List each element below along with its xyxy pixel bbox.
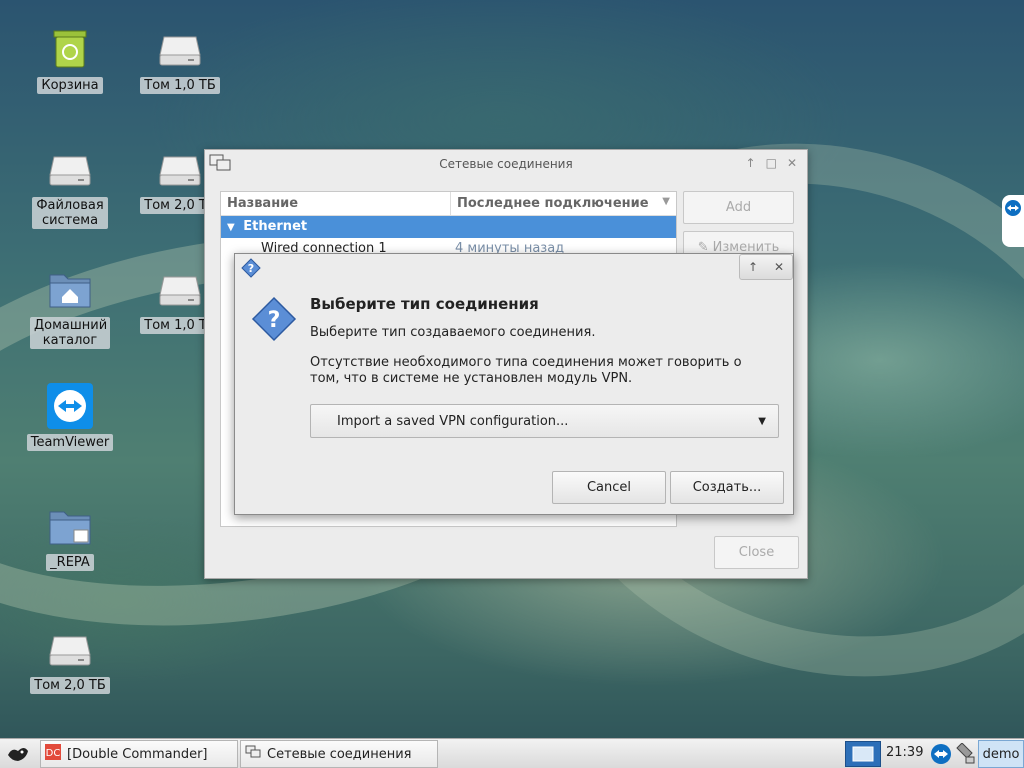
desktop-icon-volume[interactable]: Том 1,0 ТБ xyxy=(135,25,225,94)
desktop-icon-home[interactable]: Домашний каталог xyxy=(25,265,115,349)
taskbar-item-network-connections[interactable]: Сетевые соединения xyxy=(240,740,438,768)
column-header-name[interactable]: Название xyxy=(221,192,451,215)
column-header-last-used[interactable]: Последнее подключение ▼ xyxy=(451,192,676,215)
show-desktop-button[interactable] xyxy=(845,741,881,767)
desktop-icon-repa[interactable]: _REPA xyxy=(25,502,115,571)
list-group-ethernet[interactable]: ▼ Ethernet xyxy=(221,216,676,238)
desktop-icon-label: Том 2,0 ТБ xyxy=(30,677,110,694)
drive-icon xyxy=(156,265,204,313)
window-titlebar[interactable]: Сетевые соединения ↑ □ ✕ xyxy=(205,150,807,178)
desktop-icon-label: TeamViewer xyxy=(26,434,114,451)
list-header: Название Последнее подключение ▼ xyxy=(221,192,676,216)
teamviewer-icon xyxy=(1005,200,1021,216)
window-title: Сетевые соединения xyxy=(439,157,573,171)
selected-connection-type: Import a saved VPN configuration... xyxy=(337,413,569,429)
connection-type-select[interactable]: Import a saved VPN configuration... ▼ xyxy=(310,404,779,438)
question-icon: ? xyxy=(241,258,261,282)
network-tray-icon[interactable] xyxy=(954,742,976,768)
trash-icon xyxy=(46,25,94,73)
dialog-titlebar-buttons: ↑ ✕ xyxy=(739,254,793,280)
user-menu[interactable]: demo xyxy=(978,740,1024,768)
create-button[interactable]: Создать... xyxy=(670,471,784,504)
taskbar-item-label: [Double Commander] xyxy=(67,746,208,762)
close-button[interactable]: Close xyxy=(714,536,799,569)
clock[interactable]: 21:39 xyxy=(886,745,923,760)
group-label: Ethernet xyxy=(243,219,308,234)
desktop-icon-label: _REPA xyxy=(46,554,94,571)
teamviewer-tray-icon[interactable] xyxy=(930,743,952,768)
close-icon[interactable]: ✕ xyxy=(787,156,797,170)
keep-above-icon[interactable]: ↑ xyxy=(748,260,758,274)
desktop-icon-filesystem[interactable]: Файловая система xyxy=(25,145,115,229)
home-folder-icon xyxy=(46,265,94,313)
desktop-icon-label: Домашний каталог xyxy=(30,317,110,349)
close-icon[interactable]: ✕ xyxy=(774,260,784,274)
desktop-icon-label: Том 1,0 ТБ xyxy=(140,77,220,94)
taskbar-item-double-commander[interactable]: DC [Double Commander] xyxy=(40,740,238,768)
taskbar-item-label: Сетевые соединения xyxy=(267,746,412,762)
svg-text:DC: DC xyxy=(46,748,61,759)
choose-connection-type-dialog: ? ↑ ✕ ? Выберите тип соединения Выберите… xyxy=(234,253,794,515)
desktop-icon-label: Файловая система xyxy=(32,197,108,229)
drive-icon xyxy=(156,145,204,193)
teamviewer-icon xyxy=(46,382,94,430)
dialog-heading: Выберите тип соединения xyxy=(310,295,539,313)
desktop-icon-volume[interactable]: Том 2,0 ТБ xyxy=(25,625,115,694)
double-commander-icon: DC xyxy=(45,744,61,764)
column-header-label: Последнее подключение xyxy=(457,196,649,211)
question-icon: ? xyxy=(251,296,297,346)
taskbar: DC [Double Commander] Сетевые соединения… xyxy=(0,738,1024,768)
teamviewer-side-tab[interactable] xyxy=(1002,195,1024,247)
cancel-button[interactable]: Cancel xyxy=(552,471,666,504)
drive-icon xyxy=(46,145,94,193)
desktop-icon-label: Корзина xyxy=(37,77,103,94)
svg-text:?: ? xyxy=(268,308,281,333)
desktop-icon-trash[interactable]: Корзина xyxy=(25,25,115,94)
drive-icon xyxy=(46,625,94,673)
network-app-icon xyxy=(245,745,261,763)
dialog-subheading: Выберите тип создаваемого соединения. xyxy=(310,325,596,340)
drive-icon xyxy=(156,25,204,73)
desktop-icon xyxy=(852,746,874,762)
maximize-icon[interactable]: □ xyxy=(766,156,777,170)
chevron-down-icon: ▼ xyxy=(758,415,766,427)
start-menu-icon[interactable] xyxy=(6,743,30,768)
add-button[interactable]: Add xyxy=(683,191,794,224)
expand-icon: ▼ xyxy=(227,222,235,233)
sort-down-icon: ▼ xyxy=(662,196,670,207)
desktop-icon-teamviewer[interactable]: TeamViewer xyxy=(25,382,115,451)
keep-above-icon[interactable]: ↑ xyxy=(746,156,756,170)
svg-text:?: ? xyxy=(248,262,254,275)
folder-link-icon xyxy=(46,502,94,550)
dialog-note: Отсутствие необходимого типа соединения … xyxy=(310,355,742,386)
